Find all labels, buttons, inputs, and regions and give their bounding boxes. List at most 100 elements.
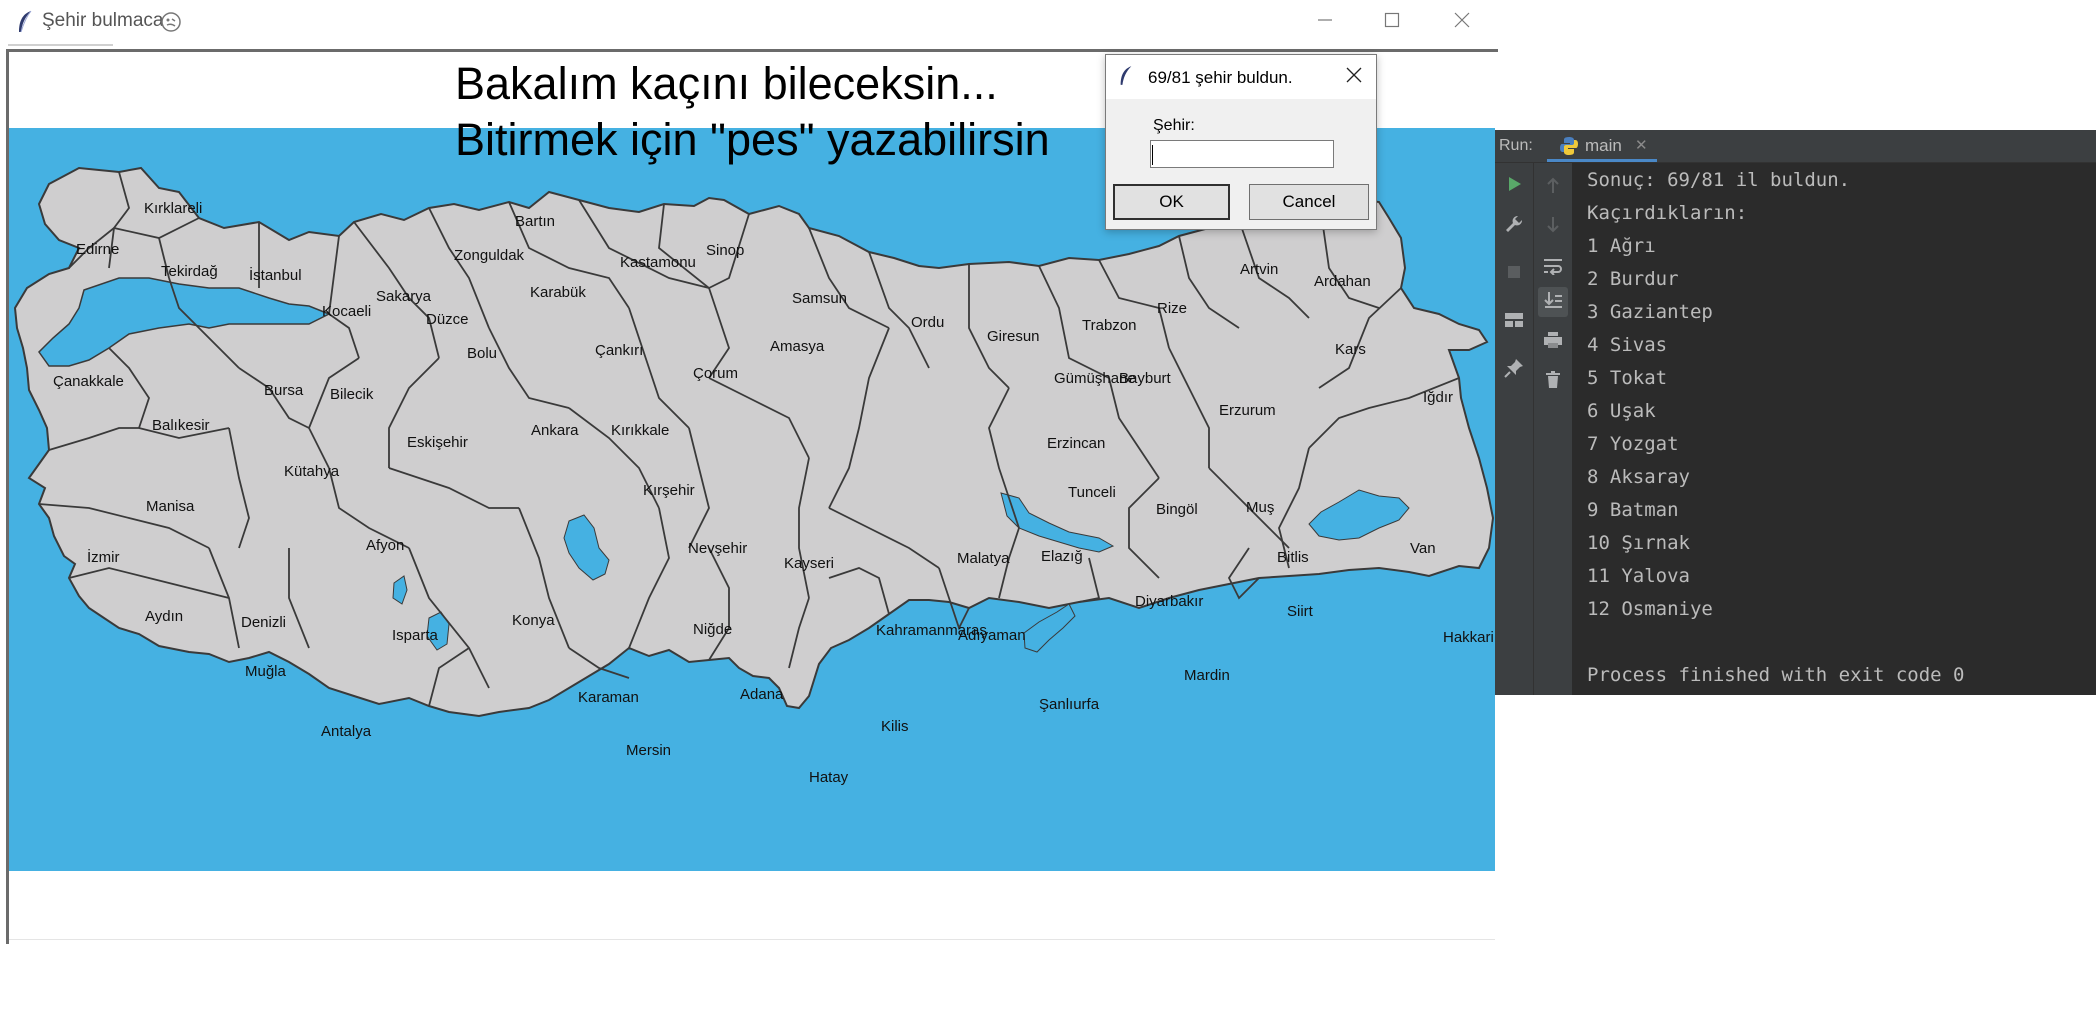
city-label: Sakarya — [376, 288, 432, 305]
run-tool-window: Run: main ✕ Sonuç: 69/81 il buldun. Kaçı… — [1495, 130, 2096, 695]
city-label: Nevşehir — [688, 540, 748, 557]
run-toolbar-secondary — [1533, 163, 1573, 695]
console-line: Sonuç: 69/81 il buldun. — [1587, 169, 1851, 191]
city-label: Siirt — [1287, 603, 1313, 620]
city-label: Tunceli — [1068, 484, 1116, 501]
print-icon — [1543, 331, 1563, 354]
console-line: Kaçırdıkların: — [1587, 202, 1748, 224]
console-line: Process finished with exit code 0 — [1587, 664, 1965, 686]
city-label: Kastamonu — [620, 254, 696, 271]
scroll-to-end-button[interactable] — [1538, 287, 1568, 317]
city-label: Denizli — [241, 614, 287, 631]
console-line: 6 Uşak — [1587, 400, 1656, 422]
title-underline — [8, 44, 113, 46]
close-button[interactable] — [1429, 0, 1495, 44]
city-label: Aydın — [145, 608, 184, 625]
city-label: Erzurum — [1219, 402, 1276, 419]
city-label: Bingöl — [1156, 501, 1198, 518]
city-label: Giresun — [987, 328, 1040, 345]
window-title: Şehir bulmaca — [42, 10, 164, 31]
city-label: Ankara — [531, 422, 579, 439]
arrow-down-icon — [1545, 215, 1561, 238]
city-label: Şanlıurfa — [1039, 696, 1100, 713]
tab-close-icon[interactable]: ✕ — [1635, 136, 1648, 154]
city-label: Muş — [1246, 499, 1275, 516]
city-label: Düzce — [426, 311, 469, 328]
city-label: Mersin — [626, 742, 672, 759]
city-label: Manisa — [146, 498, 195, 515]
city-label: Karaman — [578, 689, 639, 706]
clear-all-button[interactable] — [1540, 369, 1566, 395]
city-label: Konya — [512, 612, 555, 629]
city-label: Erzincan — [1047, 435, 1106, 452]
city-label: Bursa — [264, 382, 304, 399]
city-label: Hakkari — [1443, 629, 1494, 646]
settings-button[interactable] — [1501, 213, 1527, 239]
soft-wrap-button[interactable] — [1540, 255, 1566, 281]
stop-button[interactable] — [1501, 261, 1527, 287]
run-toolbar-primary — [1495, 163, 1533, 695]
minimize-button[interactable] — [1292, 0, 1358, 44]
run-tab-main[interactable]: main ✕ — [1543, 130, 1657, 162]
run-header: Run: main ✕ — [1495, 130, 2096, 163]
city-label: Antalya — [321, 723, 372, 740]
wrench-icon — [1504, 214, 1524, 239]
city-input[interactable] — [1150, 140, 1334, 168]
maximize-icon — [1384, 12, 1400, 33]
city-label: Amasya — [770, 338, 825, 355]
city-label: Zonguldak — [454, 247, 525, 264]
city-label: Sinop — [706, 242, 745, 259]
next-occurrence-button[interactable] — [1540, 213, 1566, 239]
city-label: Niğde — [693, 621, 733, 638]
city-input-dialog: 69/81 şehir buldun. Şehir: OK Cancel — [1105, 54, 1377, 230]
cancel-button[interactable]: Cancel — [1249, 184, 1369, 220]
city-label: Kırıkkale — [611, 422, 670, 439]
city-label: Bolu — [467, 345, 498, 362]
maximize-button[interactable] — [1359, 0, 1425, 44]
heading-line-2: Bitirmek için "pes" yazabilirsin — [455, 114, 1050, 165]
city-label: Ardahan — [1314, 273, 1371, 290]
dialog-close-button[interactable] — [1340, 63, 1368, 91]
layout-button[interactable] — [1501, 309, 1527, 335]
text-caret — [1152, 145, 1153, 165]
window-titlebar[interactable]: Şehir bulmaca — [0, 0, 1495, 44]
window-bottom-edge — [9, 939, 1495, 940]
city-label: Hatay — [809, 769, 849, 786]
run-label: Run: — [1499, 137, 1533, 154]
scroll-end-icon — [1543, 290, 1563, 315]
city-label: Trabzon — [1082, 317, 1137, 334]
city-label: Diyarbakır — [1135, 593, 1204, 610]
console-line: 4 Sivas — [1587, 334, 1668, 356]
city-label: Balıkesir — [152, 417, 210, 434]
city-label: Iğdır — [1423, 389, 1454, 406]
console-line: 11 Yalova — [1587, 565, 1690, 587]
city-label: Artvin — [1240, 261, 1279, 278]
print-button[interactable] — [1540, 329, 1566, 355]
city-label: Ordu — [911, 314, 945, 331]
city-label: Bartın — [515, 213, 556, 230]
city-label: İstanbul — [249, 267, 302, 284]
pin-button[interactable] — [1501, 357, 1527, 383]
dialog-titlebar[interactable]: 69/81 şehir buldun. — [1106, 55, 1376, 99]
console-line: 5 Tokat — [1587, 367, 1668, 389]
close-icon — [1345, 66, 1363, 89]
city-label: Adana — [740, 686, 784, 703]
city-label: Mardin — [1184, 667, 1230, 684]
rerun-button[interactable] — [1501, 173, 1527, 199]
trash-icon — [1545, 370, 1561, 394]
city-field-label: Şehir: — [1153, 117, 1195, 134]
city-label: Muğla — [245, 663, 286, 680]
ok-button[interactable]: OK — [1113, 184, 1230, 220]
city-label: Eskişehir — [407, 434, 468, 451]
city-label: Bayburt — [1119, 370, 1171, 387]
emoji-icon — [160, 11, 182, 38]
soft-wrap-icon — [1543, 257, 1563, 280]
console-output[interactable]: Sonuç: 69/81 il buldun. Kaçırdıkların: 1… — [1572, 163, 2096, 695]
previous-occurrence-button[interactable] — [1540, 175, 1566, 201]
close-icon — [1454, 12, 1470, 33]
city-label: Karabük — [530, 284, 586, 301]
run-tab-label: main — [1585, 136, 1622, 155]
stop-icon — [1506, 264, 1522, 285]
console-line: 7 Yozgat — [1587, 433, 1679, 455]
city-label: Rize — [1157, 300, 1188, 317]
